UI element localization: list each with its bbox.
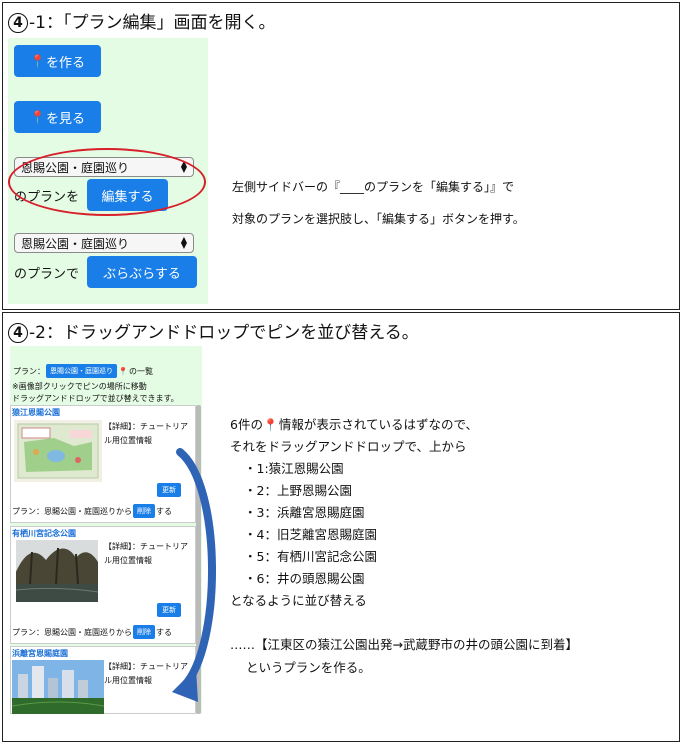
order-item: ・4：旧芝離宮恩賜庭園 <box>244 527 377 542</box>
plan-name-button[interactable]: 恩賜公園・庭園巡り <box>46 364 117 378</box>
order-item: ・6：井の頭恩賜公園 <box>244 571 365 586</box>
drag-note: ドラッグアンドドロップで並び替えできます。 <box>12 394 179 403</box>
map-pin-icon: 📍 <box>30 110 45 124</box>
map-pin-icon: 📍 <box>118 366 128 376</box>
order-item: ・5：有栖川宮記念公園 <box>244 549 377 564</box>
plan-select-stroll[interactable]: 恩賜公園・庭園巡り ▲ ▼ <box>14 233 194 253</box>
step-number-badge: 4 <box>8 323 28 343</box>
drag-arrow-icon <box>172 448 216 702</box>
map-pin-icon: 📍 <box>30 54 45 68</box>
delete-button[interactable]: 削除 <box>133 625 155 639</box>
pin-card-detail: 【詳細】：チュートリアル用位置情報 <box>104 422 188 445</box>
intro-line: 6件の📍情報が表示されているはずなので、 <box>230 417 479 432</box>
order-item: ・2：上野恩賜公園 <box>244 483 352 498</box>
section-1-desc-line-2: 対象のプランを選択肢し、「編集する」ボタンを押す。 <box>232 212 525 226</box>
plan-delete-row: プラン：恩賜公園・庭園巡りから 削除 する <box>12 625 172 639</box>
click-note: ※画像部クリックでピンの場所に移動 <box>12 382 147 391</box>
select-arrows-icon: ▲ ▼ <box>180 235 187 250</box>
summary-line-2: というプランを作る。 <box>246 660 371 675</box>
view-plan-button[interactable]: 📍 を見る <box>14 101 101 133</box>
conclusion-line: となるように並び替える <box>230 593 367 608</box>
section-2-title: 4 -2：ドラッグアンドドロップでピンを並び替える。 <box>8 318 419 343</box>
stroll-button[interactable]: ぶらぶらする <box>87 256 197 288</box>
stroll-plan-label: のプランで <box>14 267 80 282</box>
order-item: ・1:猿江恩賜公園 <box>244 461 344 476</box>
highlight-ellipse <box>8 148 206 216</box>
park-photo-image[interactable] <box>16 540 98 602</box>
section-1-title: 4 -1：「プラン編集」画面を開く。 <box>8 8 275 33</box>
delete-button[interactable]: 削除 <box>133 504 155 518</box>
pin-card-title: 猿江恩賜公園 <box>12 408 60 417</box>
plan-header: プラン： 恩賜公園・庭園巡り 📍 の一覧 <box>13 364 153 378</box>
pin-card-title: 有栖川宮記念公園 <box>12 529 76 538</box>
park-photo-image[interactable] <box>12 660 104 714</box>
park-map-image[interactable] <box>14 420 102 482</box>
step-number-badge: 4 <box>8 13 28 33</box>
pin-card-title: 浜離宮恩賜庭園 <box>12 649 68 658</box>
map-pin-icon: 📍 <box>262 418 278 432</box>
make-plan-button[interactable]: 📍 を作る <box>14 45 101 77</box>
instruction-line: それをドラッグアンドドロップで、上から <box>230 439 467 454</box>
plan-delete-row: プラン：恩賜公園・庭園巡りから 削除 する <box>12 504 172 518</box>
section-1-desc-line-1: 左側サイドバーの『____のプランを「編集する」』で <box>232 180 515 194</box>
summary-line-1: ……【江東区の猿江公園出発→武蔵野市の井の頭公園に到着】 <box>230 637 578 652</box>
order-item: ・3：浜離宮恩賜庭園 <box>244 505 365 520</box>
